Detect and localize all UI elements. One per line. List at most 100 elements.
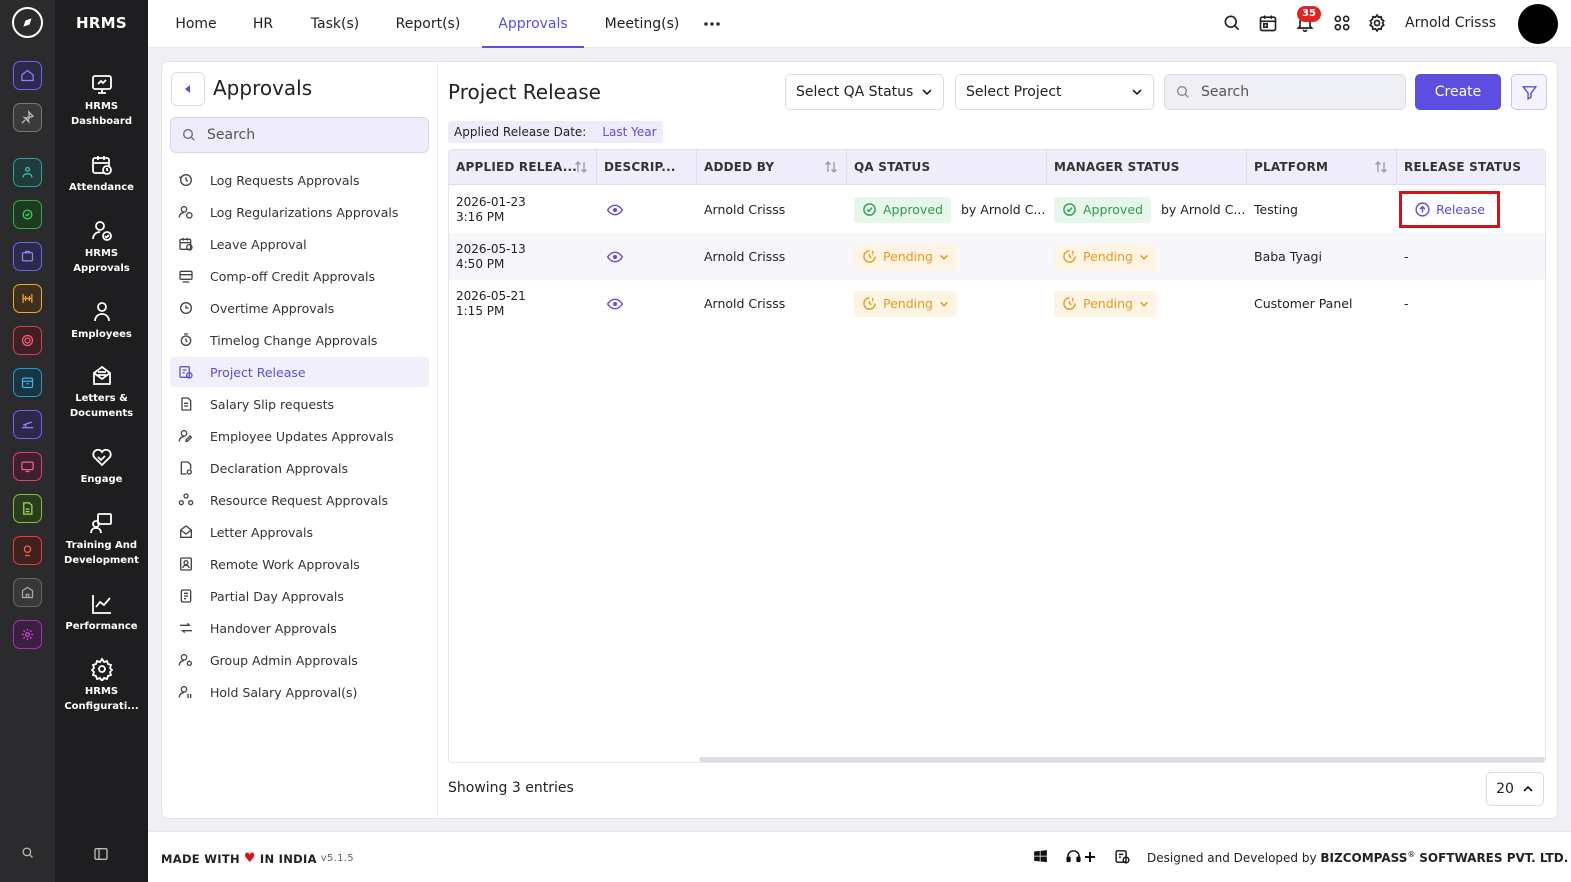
people-app-icon[interactable] xyxy=(13,158,42,187)
crm-app-icon[interactable] xyxy=(13,200,42,229)
pending-clock-icon xyxy=(863,250,876,263)
subnav-item-group-admin[interactable]: Group Admin Approvals xyxy=(170,645,429,675)
page-size-select[interactable]: 20 xyxy=(1486,772,1544,806)
module-engage[interactable]: Engage xyxy=(55,445,148,487)
manager-status-pending-dropdown[interactable]: Pending xyxy=(1054,290,1157,317)
content-card: Approvals Log Requests Approvals Log Reg… xyxy=(161,61,1558,819)
rail-search-icon[interactable] xyxy=(13,838,42,867)
column-release-status[interactable]: RELEASE STATUS xyxy=(1397,150,1545,185)
subnav-item-partial-day[interactable]: Partial Day Approvals xyxy=(170,581,429,611)
compass-logo-icon[interactable] xyxy=(12,7,43,38)
column-qa-status[interactable]: QA STATUS xyxy=(847,150,1047,185)
qa-status-pending-dropdown[interactable]: Pending xyxy=(854,243,957,270)
module-hrms-configuration[interactable]: HRMS Configurati... xyxy=(55,657,148,714)
subnav-item-salary-slip[interactable]: Salary Slip requests xyxy=(170,389,429,419)
sort-icon[interactable] xyxy=(1374,160,1388,174)
nav-tab-reports[interactable]: Report(s) xyxy=(386,0,470,48)
module-letters-documents[interactable]: Letters & Documents xyxy=(55,364,148,421)
travel-app-icon[interactable] xyxy=(13,410,42,439)
subnav-item-project-release[interactable]: Project Release xyxy=(170,357,429,387)
subnav-item-remote-work[interactable]: Remote Work Approvals xyxy=(170,549,429,579)
user-name[interactable]: Arnold Crisss xyxy=(1405,15,1496,31)
subnav-item-leave-approval[interactable]: Leave Approval xyxy=(170,229,429,259)
home-app-icon[interactable] xyxy=(13,61,42,90)
search-icon[interactable] xyxy=(1222,13,1242,33)
horizontal-scrollbar[interactable] xyxy=(699,757,1545,762)
subnav-item-overtime[interactable]: Overtime Approvals xyxy=(170,293,429,323)
overtime-icon xyxy=(180,302,192,314)
nav-tab-approvals[interactable]: Approvals xyxy=(482,0,584,48)
collapse-sidebar-icon[interactable] xyxy=(93,846,109,862)
qa-status-select[interactable]: Select QA Status xyxy=(785,74,944,110)
archive-app-icon[interactable] xyxy=(13,368,42,397)
building-app-icon[interactable] xyxy=(13,578,42,607)
subnav-item-declaration[interactable]: Declaration Approvals xyxy=(170,453,429,483)
back-button[interactable] xyxy=(171,72,205,106)
nav-tab-hr[interactable]: HR xyxy=(242,0,284,48)
subnav-item-handover[interactable]: Handover Approvals xyxy=(170,613,429,643)
module-training-development[interactable]: Training And Development xyxy=(55,511,148,568)
avatar[interactable] xyxy=(1518,4,1558,44)
module-hrms-dashboard[interactable]: HRMS Dashboard xyxy=(55,72,148,129)
subnav-item-comp-off[interactable]: Comp-off Credit Approvals xyxy=(170,261,429,291)
nav-tab-meetings[interactable]: Meeting(s) xyxy=(596,0,688,48)
module-hrms-approvals[interactable]: HRMS Approvals xyxy=(55,219,148,276)
column-added-by[interactable]: ADDED BY xyxy=(697,150,847,185)
top-navigation: Home HR Task(s) Report(s) Approvals Meet… xyxy=(148,0,1571,48)
view-eye-icon[interactable] xyxy=(607,249,623,265)
app-rail xyxy=(0,0,55,882)
date-filter-chip[interactable]: Applied Release Date: Last Year xyxy=(448,121,663,143)
module-employees[interactable]: Employees xyxy=(55,300,148,342)
pin-app-icon[interactable] xyxy=(13,103,42,132)
apps-grid-icon[interactable] xyxy=(1332,13,1352,33)
sort-icon[interactable] xyxy=(574,160,588,174)
subnav-item-employee-updates[interactable]: Employee Updates Approvals xyxy=(170,421,429,451)
column-manager-status[interactable]: MANAGER STATUS xyxy=(1047,150,1247,185)
column-description[interactable]: DESCRIP... xyxy=(597,150,697,185)
support-app-icon[interactable] xyxy=(13,536,42,565)
document-app-icon[interactable] xyxy=(13,494,42,523)
plus-icon[interactable] xyxy=(1084,851,1096,863)
settings-app-icon[interactable] xyxy=(13,620,42,649)
sort-icon[interactable] xyxy=(824,160,838,174)
subnav-item-log-regularizations[interactable]: Log Regularizations Approvals xyxy=(170,197,429,227)
pending-clock-icon xyxy=(863,297,876,310)
finance-app-icon[interactable] xyxy=(13,284,42,313)
subnav-item-timelog-change[interactable]: Timelog Change Approvals xyxy=(170,325,429,355)
calendar-icon[interactable] xyxy=(1258,13,1278,33)
team-icon xyxy=(178,493,194,506)
target-app-icon[interactable] xyxy=(13,326,42,355)
support-headset-icon[interactable] xyxy=(1065,848,1082,865)
create-button[interactable]: Create xyxy=(1415,74,1501,110)
chevron-down-icon xyxy=(1140,301,1148,307)
subnav-item-hold-salary[interactable]: Hold Salary Approval(s) xyxy=(170,677,429,707)
subnav-item-letter[interactable]: Letter Approvals xyxy=(170,517,429,547)
manager-status-pending-dropdown[interactable]: Pending xyxy=(1054,243,1157,270)
subnav-search-input[interactable] xyxy=(207,127,407,143)
subnav-item-log-requests[interactable]: Log Requests Approvals xyxy=(170,165,429,195)
project-select[interactable]: Select Project xyxy=(955,74,1154,110)
filter-button[interactable] xyxy=(1511,74,1547,110)
subnav-item-resource-request[interactable]: Resource Request Approvals xyxy=(170,485,429,515)
engage-icon xyxy=(91,448,112,467)
settings-gear-icon[interactable] xyxy=(1367,13,1387,33)
employees-icon xyxy=(93,302,110,322)
view-eye-icon[interactable] xyxy=(607,296,623,312)
qa-status-pending-dropdown[interactable]: Pending xyxy=(854,290,957,317)
release-button[interactable]: Release xyxy=(1414,201,1485,218)
column-applied-release[interactable]: APPLIED RELEA... xyxy=(449,150,597,185)
hrms-app-icon[interactable] xyxy=(13,242,42,271)
letter-icon xyxy=(180,525,192,538)
module-attendance[interactable]: Attendance xyxy=(55,153,148,195)
column-platform[interactable]: PLATFORM xyxy=(1247,150,1397,185)
monitor-app-icon[interactable] xyxy=(13,452,42,481)
view-eye-icon[interactable] xyxy=(607,202,623,218)
module-performance[interactable]: Performance xyxy=(55,592,148,634)
more-dots-icon[interactable] xyxy=(702,14,722,34)
nav-tab-tasks[interactable]: Task(s) xyxy=(300,0,370,48)
nav-tab-home[interactable]: Home xyxy=(166,0,226,48)
platform-cell: Testing xyxy=(1254,202,1298,217)
document-check-icon[interactable] xyxy=(1114,848,1131,865)
windows-icon[interactable] xyxy=(1032,848,1049,865)
table-search-input[interactable] xyxy=(1201,84,1391,100)
